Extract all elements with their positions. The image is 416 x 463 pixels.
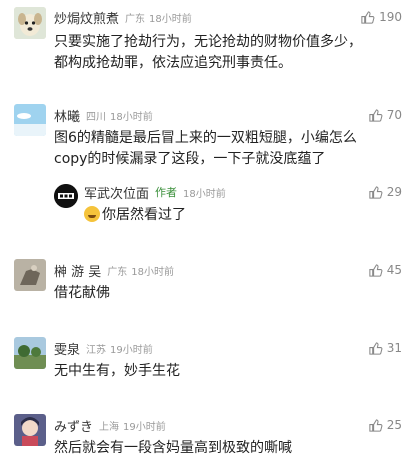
user-name[interactable]: 炒焗炆煎煮 bbox=[54, 8, 119, 27]
user-avatar[interactable] bbox=[14, 414, 46, 446]
like-count: 31 bbox=[386, 341, 402, 355]
comment-text-line: 都构成抢劫罪，依法应追究刑事责任。 bbox=[54, 55, 292, 71]
user-name[interactable]: 雯泉 bbox=[54, 339, 80, 358]
like-button[interactable]: 190 bbox=[360, 8, 402, 26]
like-count: 190 bbox=[379, 10, 402, 24]
dog-avatar-icon bbox=[14, 7, 46, 39]
like-count: 70 bbox=[386, 108, 402, 122]
user-location: 江苏 bbox=[86, 344, 107, 356]
landscape-avatar-icon bbox=[14, 337, 46, 369]
reply-time: 18小时前 bbox=[183, 188, 226, 200]
thumbs-up-icon bbox=[361, 10, 375, 24]
user-location: 四川 bbox=[86, 111, 107, 123]
like-count: 29 bbox=[386, 185, 402, 199]
user-name[interactable]: 榊 游 吴 bbox=[54, 261, 101, 280]
author-avatar[interactable] bbox=[54, 184, 78, 208]
thumbs-up-icon bbox=[369, 418, 383, 432]
hand-avatar-icon bbox=[14, 259, 46, 291]
user-avatar[interactable] bbox=[14, 259, 46, 291]
sky-avatar-icon bbox=[14, 104, 46, 136]
laugh-emoji-icon bbox=[84, 206, 100, 222]
comment-text-line: 无中生有，妙手生花 bbox=[54, 363, 180, 379]
comment-time: 19小时前 bbox=[110, 344, 153, 356]
like-button[interactable]: 45 bbox=[368, 261, 402, 279]
user-location: 广东 bbox=[107, 266, 128, 278]
user-avatar[interactable] bbox=[14, 337, 46, 369]
thumbs-up-icon bbox=[369, 108, 383, 122]
comment-time: 19小时前 bbox=[123, 421, 166, 433]
user-avatar[interactable] bbox=[14, 104, 46, 136]
user-location: 上海 bbox=[99, 421, 120, 433]
user-avatar[interactable] bbox=[14, 7, 46, 39]
author-tag: 作者 bbox=[155, 186, 178, 199]
comment-text-line: 然后就会有一段含妈量高到极致的嘶喊 bbox=[54, 440, 292, 456]
author-name[interactable]: 军武次位面 bbox=[84, 183, 149, 202]
comment-text-line: 只要实施了抢劫行为，无论抢劫的财物价值多少， bbox=[54, 34, 362, 50]
comment-time: 18小时前 bbox=[110, 111, 153, 123]
thumbs-up-icon bbox=[369, 185, 383, 199]
comment-text-line: 图6的精髓是最后冒上来的一双粗短腿，小编怎么 bbox=[54, 130, 357, 146]
like-button[interactable]: 25 bbox=[368, 416, 402, 434]
user-name[interactable]: 林曦 bbox=[54, 106, 80, 125]
anime-avatar-icon bbox=[14, 414, 46, 446]
comment-time: 18小时前 bbox=[131, 266, 174, 278]
like-button[interactable]: 31 bbox=[368, 339, 402, 357]
thumbs-up-icon bbox=[369, 341, 383, 355]
reply-text: 你居然看过了 bbox=[102, 207, 186, 223]
comment-text-line: 借花献佛 bbox=[54, 285, 110, 301]
junwu-logo-icon bbox=[54, 184, 78, 208]
comment-text-line: copy的时候漏录了这段，一下子就没底蕴了 bbox=[54, 151, 326, 167]
user-name[interactable]: みずき bbox=[54, 416, 93, 435]
like-button[interactable]: 70 bbox=[368, 106, 402, 124]
like-button[interactable]: 29 bbox=[368, 183, 402, 201]
user-location: 广东 bbox=[125, 13, 146, 25]
thumbs-up-icon bbox=[369, 263, 383, 277]
comment-time: 18小时前 bbox=[149, 13, 192, 25]
like-count: 25 bbox=[386, 418, 402, 432]
like-count: 45 bbox=[386, 263, 402, 277]
